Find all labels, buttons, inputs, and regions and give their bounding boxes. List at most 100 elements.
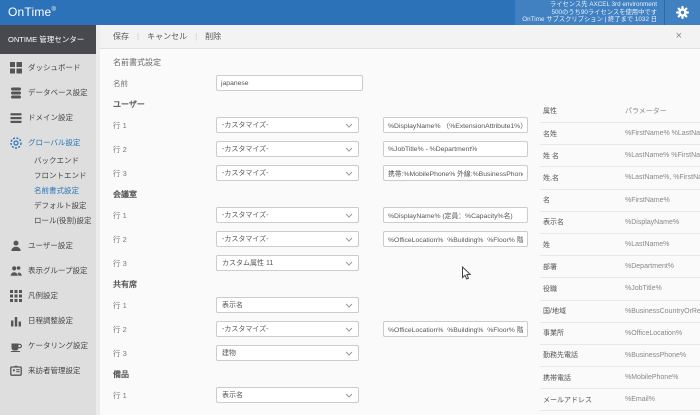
format-row: 行 3カスタム属性 11 xyxy=(113,255,545,271)
sidebar-item-badge[interactable]: 来訪者管理設定 xyxy=(0,363,96,378)
delete-button[interactable]: 削除 xyxy=(205,31,221,42)
param-cell: %BusinessCountryOrRegion% xyxy=(622,300,700,322)
row-label: 行 3 xyxy=(113,348,216,359)
sidebar-item-chart[interactable]: 日程調整設定 xyxy=(0,313,96,328)
badge-icon xyxy=(10,365,22,377)
row-label: 行 2 xyxy=(113,324,216,335)
format-dropdown[interactable]: -カスタマイズ- xyxy=(216,141,359,157)
custom-format-input[interactable] xyxy=(383,117,528,133)
param-row: 名姓%FirstName% %LastName% xyxy=(540,123,700,145)
sidebar-item-user[interactable]: ユーザー設定 xyxy=(0,238,96,253)
save-button[interactable]: 保存 xyxy=(113,31,129,42)
name-format-form: 名前書式設定 名前 ユーザー行 1-カスタマイズ-行 2-カスタマイズ-行 3-… xyxy=(100,49,545,411)
sidebar-item-database[interactable]: データベース設定 xyxy=(0,85,96,100)
attr-cell: 建物 xyxy=(540,411,622,415)
param-row: メールアドレス%Email% xyxy=(540,389,700,411)
format-dropdown[interactable]: -カスタマイズ- xyxy=(216,207,359,223)
globe-icon xyxy=(10,137,22,149)
attr-cell: メールアドレス xyxy=(540,389,622,411)
format-dropdown[interactable]: 建物 xyxy=(216,345,359,361)
chevron-down-icon xyxy=(345,123,353,128)
format-dropdown[interactable]: 表示名 xyxy=(216,297,359,313)
sidebar-item-users[interactable]: 表示グループ設定 xyxy=(0,263,96,278)
attr-cell: 姓 名 xyxy=(540,145,622,167)
chevron-down-icon xyxy=(345,261,353,266)
chevron-down-icon xyxy=(345,171,353,176)
sidebar-item-grid[interactable]: 凡例設定 xyxy=(0,288,96,303)
cancel-button[interactable]: キャンセル xyxy=(147,31,187,42)
param-row: 姓 名%LastName% %FirstName% xyxy=(540,145,700,167)
chevron-down-icon xyxy=(345,351,353,356)
chevron-down-icon xyxy=(345,237,353,242)
name-input[interactable] xyxy=(216,75,363,91)
sidebar-item-label: ドメイン設定 xyxy=(28,112,73,123)
list-icon xyxy=(10,112,22,124)
format-dropdown[interactable]: -カスタマイズ- xyxy=(216,321,359,337)
license-line: OnTime サブスクリプション | 終了まで 1032 日 xyxy=(522,16,657,23)
custom-format-input[interactable] xyxy=(383,321,528,337)
param-row: 部署%Department% xyxy=(540,256,700,278)
user-icon xyxy=(10,240,22,252)
param-cell: %LastName%, %FirstName% xyxy=(622,167,700,189)
form-sections: ユーザー行 1-カスタマイズ-行 2-カスタマイズ-行 3-カスタマイズ-会議室… xyxy=(113,99,545,403)
custom-format-input[interactable] xyxy=(383,231,528,247)
attr-cell: 勤務先電話 xyxy=(540,344,622,366)
row-label: 行 3 xyxy=(113,168,216,179)
format-row: 行 1表示名 xyxy=(113,297,545,313)
sidebar-item-label: データベース設定 xyxy=(28,87,88,98)
grid-icon xyxy=(10,290,22,302)
format-dropdown[interactable]: -カスタマイズ- xyxy=(216,117,359,133)
sidebar-item-cup[interactable]: ケータリング設定 xyxy=(0,338,96,353)
custom-format-input[interactable] xyxy=(383,207,528,223)
close-icon[interactable]: × xyxy=(676,31,682,42)
custom-format-input[interactable] xyxy=(383,141,528,157)
sidebar-subitem[interactable]: ロール(役割)設定 xyxy=(0,213,96,228)
sidebar-item-list[interactable]: ドメイン設定 xyxy=(0,110,96,125)
chevron-down-icon xyxy=(345,303,353,308)
sidebar-submenu: バックエンドフロントエンド名前書式設定デフォルト設定ロール(役割)設定 xyxy=(0,153,96,228)
sidebar-item-label: 日程調整設定 xyxy=(28,315,73,326)
param-row: 携帯電話%MobilePhone% xyxy=(540,367,700,389)
cup-icon xyxy=(10,340,22,352)
param-cell: %DisplayName% xyxy=(622,211,700,233)
attr-cell: 事業所 xyxy=(540,322,622,344)
format-dropdown[interactable]: カスタム属性 11 xyxy=(216,255,359,271)
section-title: 共有席 xyxy=(113,279,545,289)
sidebar-item-label: 凡例設定 xyxy=(28,290,58,301)
database-icon xyxy=(10,87,22,99)
section-title: ユーザー xyxy=(113,99,545,109)
format-dropdown[interactable]: -カスタマイズ- xyxy=(216,165,359,181)
sidebar-subitem[interactable]: フロントエンド xyxy=(0,168,96,183)
chevron-down-icon xyxy=(345,213,353,218)
sidebar-item-globe[interactable]: グローバル設定 xyxy=(0,135,96,150)
sidebar-item-label: ケータリング設定 xyxy=(28,340,88,351)
format-dropdown[interactable]: 表示名 xyxy=(216,387,359,403)
settings-button[interactable] xyxy=(664,0,700,25)
format-row: 行 2-カスタマイズ- xyxy=(113,321,545,337)
sidebar-item-label: ダッシュボード xyxy=(28,62,81,73)
row-label: 行 3 xyxy=(113,258,216,269)
section-title: 会議室 xyxy=(113,189,545,199)
param-table-header-attr: 属性 xyxy=(540,101,622,123)
param-table: 属性 パラメーター 名姓%FirstName% %LastName%姓 名%La… xyxy=(540,101,700,415)
sidebar-item-dashboard[interactable]: ダッシュボード xyxy=(0,60,96,75)
parameter-reference: 属性 パラメーター 名姓%FirstName% %LastName%姓 名%La… xyxy=(540,101,700,415)
param-table-header-param: パラメーター xyxy=(622,101,700,123)
page-title: 名前書式設定 xyxy=(113,57,545,67)
format-dropdown[interactable]: -カスタマイズ- xyxy=(216,231,359,247)
param-cell: %LastName% %FirstName% xyxy=(622,145,700,167)
attr-cell: 名姓 xyxy=(540,123,622,145)
param-cell: %MobilePhone% xyxy=(622,367,700,389)
registered-mark: ® xyxy=(51,7,56,13)
sidebar-subitem[interactable]: デフォルト設定 xyxy=(0,198,96,213)
custom-format-input[interactable] xyxy=(383,165,528,181)
param-cell: %FirstName% %LastName% xyxy=(622,123,700,145)
sidebar-subitem[interactable]: 名前書式設定 xyxy=(0,183,96,198)
param-cell: %BusinessPhone% xyxy=(622,344,700,366)
chevron-down-icon xyxy=(345,327,353,332)
sidebar-subitem[interactable]: バックエンド xyxy=(0,153,96,168)
param-row: 役職%JobTitle% xyxy=(540,278,700,300)
attr-cell: 携帯電話 xyxy=(540,367,622,389)
format-row: 行 1表示名 xyxy=(113,387,545,403)
param-cell: %OfficeLocation% xyxy=(622,322,700,344)
